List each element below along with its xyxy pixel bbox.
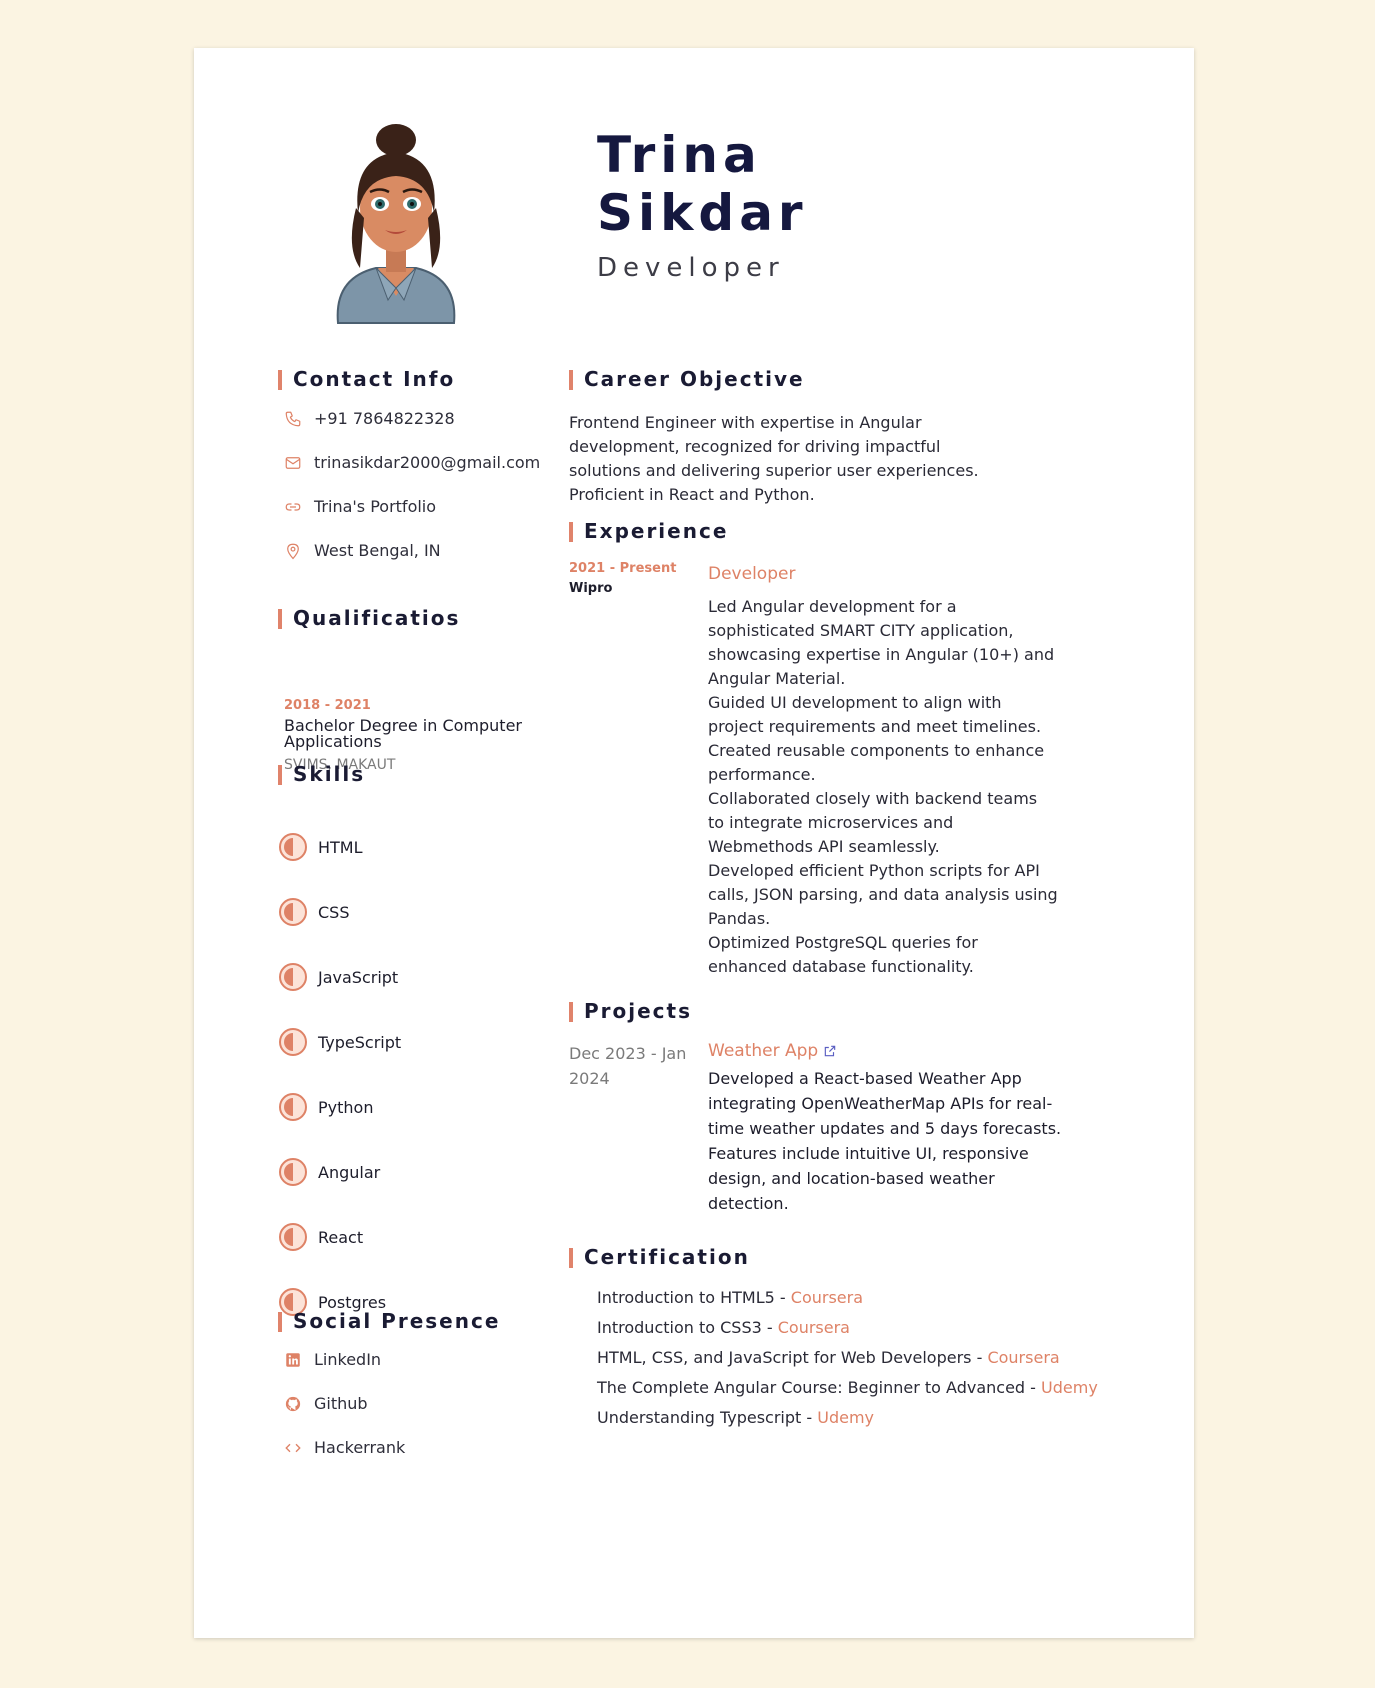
skill-level-icon	[279, 963, 307, 991]
qualification-degree: Bachelor Degree in Computer Applications	[284, 716, 522, 751]
link-icon	[284, 498, 302, 516]
skill-item: Python	[278, 1092, 373, 1122]
skill-level-icon	[279, 1093, 307, 1121]
certification-course: The Complete Angular Course: Beginner to…	[597, 1378, 1042, 1397]
social-linkedin-text: LinkedIn	[314, 1350, 382, 1369]
skills-heading: Skills	[278, 763, 365, 785]
external-link-icon[interactable]	[823, 1044, 837, 1058]
skill-level-icon	[279, 1158, 307, 1186]
social-github-link[interactable]: Github	[284, 1394, 368, 1413]
project-title: Weather App	[708, 1041, 819, 1061]
skill-name: HTML	[318, 837, 363, 857]
experience-bullet: Created reusable components to enhance p…	[708, 741, 1045, 784]
qualification-years: 2018 - 2021	[284, 698, 371, 713]
first-name: Trina	[597, 126, 762, 184]
certification-course: HTML, CSS, and JavaScript for Web Develo…	[597, 1348, 988, 1367]
experience-bullet: Collaborated closely with backend teams …	[708, 789, 1038, 856]
skill-item: HTML	[278, 832, 363, 862]
mail-icon	[284, 454, 302, 472]
certification-provider[interactable]: Udemy	[1041, 1378, 1098, 1397]
skill-level-icon	[279, 898, 307, 926]
skill-name: React	[318, 1227, 364, 1247]
certification-provider[interactable]: Udemy	[817, 1408, 874, 1427]
code-icon	[284, 1439, 302, 1457]
skill-name: TypeScript	[318, 1032, 402, 1052]
skill-level-icon	[279, 833, 307, 861]
skill-item: JavaScript	[278, 962, 398, 992]
resume-page: Trina Sikdar Developer Contact Info +91 …	[194, 48, 1194, 1638]
certification-course: Introduction to CSS3 -	[597, 1318, 778, 1337]
resume-name: Trina Sikdar	[597, 126, 808, 242]
skill-name: Python	[318, 1097, 374, 1117]
experience-bullet: Developed efficient Python scripts for A…	[708, 861, 1058, 928]
career-objective-text: Frontend Engineer with expertise in Angu…	[569, 413, 979, 504]
skill-item: CSS	[278, 897, 349, 927]
project-title-link[interactable]: Weather App	[708, 1041, 837, 1061]
certification-item: The Complete Angular Course: Beginner to…	[597, 1378, 1098, 1397]
project-description: Developed a React-based Weather App inte…	[708, 1069, 1062, 1213]
contact-portfolio-link[interactable]: Trina's Portfolio	[284, 497, 436, 516]
experience-heading: Experience	[569, 520, 728, 542]
certification-heading: Certification	[569, 1246, 750, 1268]
certification-provider[interactable]: Coursera	[778, 1318, 850, 1337]
contact-location-text: West Bengal, IN	[314, 541, 441, 560]
skill-level-icon	[279, 1223, 307, 1251]
skill-name: CSS	[318, 902, 350, 922]
last-name: Sikdar	[597, 184, 808, 242]
contact-location: West Bengal, IN	[284, 541, 441, 560]
skill-item: TypeScript	[278, 1027, 401, 1057]
social-hackerrank-text: Hackerrank	[314, 1438, 406, 1457]
experience-company: Wipro	[569, 581, 613, 596]
experience-date: 2021 - Present	[569, 561, 677, 576]
certification-item: HTML, CSS, and JavaScript for Web Develo…	[597, 1348, 1060, 1367]
social-presence-heading: Social Presence	[278, 1310, 500, 1332]
contact-portfolio-text: Trina's Portfolio	[314, 497, 437, 516]
social-hackerrank-link[interactable]: Hackerrank	[284, 1438, 405, 1457]
career-objective-heading: Career Objective	[569, 368, 805, 390]
contact-email[interactable]: trinasikdar2000@gmail.com	[284, 453, 540, 472]
projects-heading: Projects	[569, 1000, 692, 1022]
skill-name: Angular	[318, 1162, 381, 1182]
experience-bullets: Led Angular development for a sophistica…	[708, 595, 1058, 979]
skill-level-icon	[279, 1028, 307, 1056]
experience-bullet: Led Angular development for a sophistica…	[708, 597, 1055, 688]
contact-phone[interactable]: +91 7864822328	[284, 409, 455, 428]
certification-item: Introduction to CSS3 - Coursera	[597, 1318, 850, 1337]
job-title: Developer	[597, 253, 785, 283]
social-github-text: Github	[314, 1394, 368, 1413]
certification-provider[interactable]: Coursera	[987, 1348, 1059, 1367]
experience-bullet: Guided UI development to align with proj…	[708, 693, 1042, 736]
contact-email-text: trinasikdar2000@gmail.com	[314, 453, 541, 472]
certification-course: Introduction to HTML5 -	[597, 1288, 791, 1307]
certification-provider[interactable]: Coursera	[791, 1288, 863, 1307]
experience-bullet: Optimized PostgreSQL queries for enhance…	[708, 933, 978, 976]
skill-item: Angular	[278, 1157, 380, 1187]
certification-course: Understanding Typescript -	[597, 1408, 818, 1427]
social-linkedin-link[interactable]: LinkedIn	[284, 1350, 381, 1369]
project-date: Dec 2023 - Jan 2024	[569, 1044, 687, 1088]
github-icon	[284, 1395, 302, 1413]
qualifications-heading: Qualificatios	[278, 607, 460, 629]
skill-item: React	[278, 1222, 363, 1252]
contact-info-heading: Contact Info	[278, 368, 455, 390]
location-pin-icon	[284, 542, 302, 560]
skill-name: JavaScript	[318, 967, 399, 987]
experience-role: Developer	[708, 564, 796, 584]
certification-item: Understanding Typescript - Udemy	[597, 1408, 874, 1427]
linkedin-icon	[284, 1351, 302, 1369]
phone-icon	[284, 410, 302, 428]
contact-phone-text: +91 7864822328	[314, 409, 455, 428]
certification-item: Introduction to HTML5 - Coursera	[597, 1288, 863, 1307]
avatar	[336, 124, 456, 324]
